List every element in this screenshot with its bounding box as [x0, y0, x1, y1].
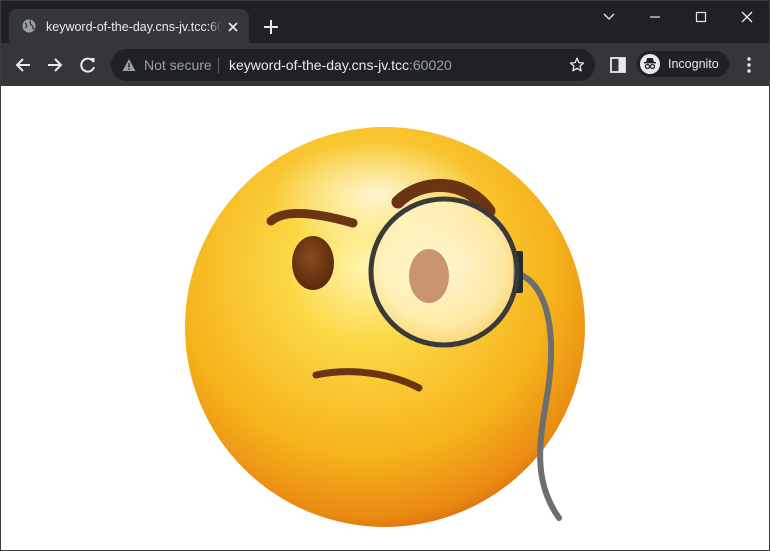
face-with-monocle-emoji	[185, 127, 585, 527]
page-content	[1, 86, 769, 550]
close-icon[interactable]	[225, 19, 241, 35]
address-bar[interactable]: Not secure keyword-of-the-day.cns-jv.tcc…	[111, 49, 595, 81]
maximize-icon[interactable]	[691, 7, 711, 27]
tab-active[interactable]: keyword-of-the-day.cns-jv.tcc:60020	[9, 9, 249, 43]
security-status-label[interactable]: Not secure	[144, 56, 212, 74]
left-eye	[292, 236, 334, 290]
tab-strip: keyword-of-the-day.cns-jv.tcc:60020	[1, 1, 769, 43]
url-text[interactable]: keyword-of-the-day.cns-jv.tcc:60020	[229, 56, 452, 74]
globe-icon	[22, 19, 36, 33]
chevron-down-icon[interactable]	[599, 7, 619, 27]
arrow-left-icon[interactable]	[13, 55, 33, 75]
url-host: keyword-of-the-day.cns-jv.tcc	[229, 57, 409, 73]
arrow-right-icon[interactable]	[45, 55, 65, 75]
browser-window: keyword-of-the-day.cns-jv.tcc:60020	[0, 0, 770, 551]
minimize-icon[interactable]	[645, 7, 665, 27]
side-panel-icon[interactable]	[609, 56, 627, 74]
incognito-icon	[640, 54, 660, 74]
right-eye	[409, 249, 449, 303]
star-icon[interactable]	[569, 57, 585, 73]
incognito-profile-button[interactable]: Incognito	[637, 51, 729, 77]
close-window-icon[interactable]	[737, 7, 757, 27]
reload-icon[interactable]	[78, 55, 98, 75]
toolbar: Not secure keyword-of-the-day.cns-jv.tcc…	[1, 43, 769, 86]
kebab-menu-icon[interactable]	[741, 55, 757, 75]
plus-icon[interactable]	[261, 17, 281, 37]
tab-title: keyword-of-the-day.cns-jv.tcc:60020	[46, 18, 222, 36]
profile-label: Incognito	[668, 57, 719, 71]
warning-icon[interactable]	[122, 58, 136, 72]
url-port: :60020	[408, 57, 452, 73]
address-divider	[218, 57, 219, 73]
